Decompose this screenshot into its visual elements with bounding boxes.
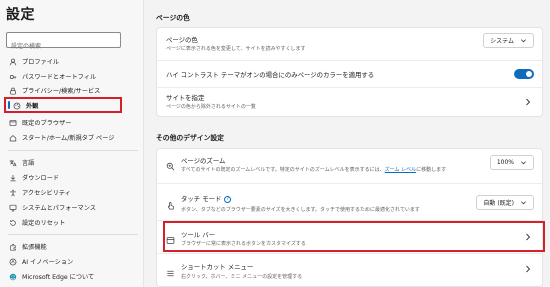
sidebar-item-label: ダウンロード — [22, 175, 60, 182]
home-icon — [8, 133, 18, 143]
sidebar-item-ai-innovations[interactable]: AI イノベーション — [8, 255, 138, 268]
sidebar-item-label: プライバシー/検索/サービス — [22, 88, 101, 95]
key-icon — [8, 72, 18, 82]
page-title: 設定 — [6, 7, 35, 23]
sidebar-item-downloads[interactable]: ダウンロード — [8, 171, 138, 184]
zoom-row: ページのズーム すべてのサイトの既定のズームレベルです。特定のサイトのズームレベ… — [157, 149, 542, 183]
help-icon[interactable]: ? — [224, 195, 232, 203]
settings-sidebar: 設定 プロファイル パスワードとオートフィル プライバシー/検索/サービス 外観… — [0, 0, 144, 287]
site-exclusion-row[interactable]: サイトを指定 ページの色から除外されるサイトの一覧 — [157, 88, 542, 118]
sidebar-item-label: Microsoft Edge について — [22, 274, 95, 281]
shortcut-menu-title: ショートカット メニュー — [181, 263, 254, 271]
zoom-icon — [166, 156, 175, 171]
zoom-desc: すべてのサイトの既定のズームレベルです。特定のサイトのズームレベルを表示するには… — [181, 167, 447, 173]
zoom-value: 100% — [496, 159, 514, 166]
ai-icon — [8, 257, 18, 267]
page-color-value: システム — [490, 38, 514, 45]
download-icon — [8, 173, 18, 183]
touch-mode-dropdown[interactable]: 自動 (既定) — [476, 195, 534, 210]
sidebar-item-passwords[interactable]: パスワードとオートフィル — [8, 70, 138, 83]
extensions-icon — [8, 242, 18, 252]
sidebar-item-default-browser[interactable]: 既定のブラウザー — [8, 116, 138, 129]
page-color-desc: ページに表示される色を変更して、サイトを読みやすくします — [166, 46, 306, 52]
sidebar-item-privacy[interactable]: プライバシー/検索/サービス — [8, 84, 138, 97]
section-title-page-color: ページの色 — [156, 14, 190, 22]
zoom-title: ページのズーム — [181, 157, 226, 165]
lock-icon — [8, 86, 18, 96]
touch-mode-row: タッチ モード? ボタン、タブなどのブラウザー要素のサイズを大きくします。タッチ… — [157, 184, 542, 220]
sidebar-item-label: AI イノベーション — [22, 259, 74, 266]
sidebar-item-label: アクセシビリティ — [22, 190, 71, 197]
sidebar-item-label: スタート/ホーム/新規タブ ページ — [22, 135, 115, 142]
high-contrast-title: ハイ コントラスト テーマがオンの場合にのみページのカラーを適用する — [166, 71, 375, 79]
highlight-annotation — [163, 221, 545, 252]
high-contrast-toggle[interactable] — [514, 69, 534, 79]
sidebar-item-label: 設定のリセット — [22, 220, 66, 227]
shortcut-menu-desc: 右クリック、ホバー、ミニ メニューの設定を管理する — [181, 274, 303, 280]
high-contrast-row: ハイ コントラスト テーマがオンの場合にのみページのカラーを適用する — [157, 61, 542, 87]
site-exclusion-desc: ページの色から除外されるサイトの一覧 — [166, 104, 256, 110]
sidebar-item-accessibility[interactable]: アクセシビリティ — [8, 186, 138, 199]
menu-icon — [166, 263, 175, 277]
language-icon — [8, 158, 18, 168]
sidebar-item-label: 拡張機能 — [22, 244, 47, 251]
touch-mode-value: 自動 (既定) — [483, 200, 514, 207]
reset-icon — [8, 218, 18, 228]
other-design-card: ページのズーム すべてのサイトの既定のズームレベルです。特定のサイトのズームレベ… — [156, 148, 543, 287]
page-color-title: ページの色 — [166, 36, 198, 44]
sidebar-item-about-edge[interactable]: Microsoft Edge について — [8, 270, 138, 283]
site-exclusion-title: サイトを指定 — [166, 94, 205, 102]
touch-mode-title: タッチ モード? — [181, 194, 232, 203]
page-color-dropdown[interactable]: システム — [483, 33, 534, 48]
sidebar-divider — [8, 150, 138, 151]
appearance-icon — [12, 101, 22, 111]
system-icon — [8, 203, 18, 213]
browser-icon — [8, 118, 18, 128]
shortcut-menu-row[interactable]: ショートカット メニュー 右クリック、ホバー、ミニ メニューの設定を管理する — [157, 254, 542, 287]
chevron-down-icon — [521, 161, 526, 165]
page-color-card: ページの色 ページに表示される色を変更して、サイトを読みやすくします システム … — [156, 27, 543, 117]
page-color-row: ページの色 ページに表示される色を変更して、サイトを読みやすくします システム — [157, 28, 542, 60]
search-input[interactable] — [7, 39, 120, 54]
profile-icon — [8, 57, 18, 67]
chevron-right-icon — [526, 98, 531, 106]
zoom-level-link[interactable]: ズーム レベル — [385, 167, 416, 173]
sidebar-item-label: 外観 — [26, 103, 39, 110]
sidebar-item-extensions[interactable]: 拡張機能 — [8, 240, 138, 253]
sidebar-item-languages[interactable]: 言語 — [8, 156, 138, 169]
touch-icon — [166, 195, 175, 210]
edge-icon — [8, 272, 18, 282]
sidebar-item-system[interactable]: システムとパフォーマンス — [8, 201, 138, 214]
accessibility-icon — [8, 188, 18, 198]
sidebar-divider — [8, 234, 138, 235]
sidebar-item-label: 既定のブラウザー — [22, 120, 72, 127]
sidebar-item-profile[interactable]: プロファイル — [8, 55, 138, 68]
sidebar-item-reset[interactable]: 設定のリセット — [8, 216, 138, 229]
sidebar-item-label: プロファイル — [22, 59, 60, 66]
touch-mode-desc: ボタン、タブなどのブラウザー要素のサイズを大きくします。タッチで使用するために最… — [181, 207, 420, 213]
chevron-down-icon — [521, 201, 526, 205]
sidebar-item-start-home[interactable]: スタート/ホーム/新規タブ ページ — [8, 131, 138, 144]
sidebar-item-label: パスワードとオートフィル — [22, 74, 97, 81]
chevron-right-icon — [526, 265, 531, 273]
chevron-down-icon — [521, 39, 526, 43]
sidebar-item-label: システムとパフォーマンス — [22, 205, 96, 212]
sidebar-item-label: 言語 — [22, 160, 35, 167]
sidebar-item-appearance[interactable]: 外観 — [12, 99, 142, 112]
active-indicator — [8, 101, 10, 109]
search-box[interactable] — [6, 32, 121, 54]
section-title-other-design: その他のデザイン設定 — [156, 134, 224, 142]
zoom-dropdown[interactable]: 100% — [489, 155, 534, 170]
